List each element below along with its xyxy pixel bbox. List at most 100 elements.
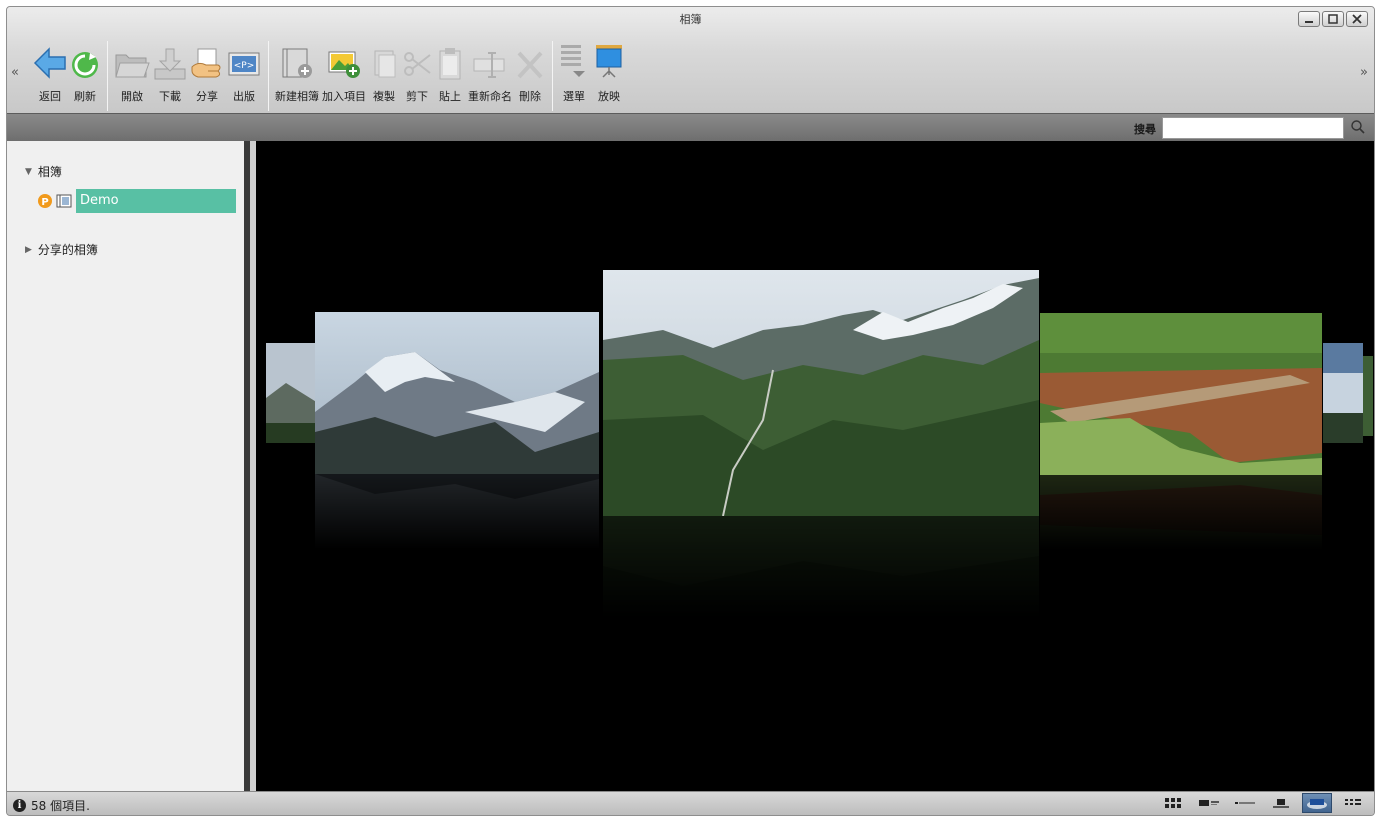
reflection-fade xyxy=(603,516,1039,626)
copy-button[interactable]: 複製 xyxy=(369,37,399,104)
rename-icon xyxy=(473,52,505,78)
photo-thumbnail[interactable] xyxy=(315,312,599,474)
photo-image xyxy=(603,270,1039,516)
copy-icon xyxy=(374,50,396,78)
shared-albums-label: 分享的相簿 xyxy=(37,243,98,257)
demo-album-label: Demo xyxy=(76,189,236,213)
add-photo-icon xyxy=(328,51,360,78)
search-label: 搜尋 xyxy=(1134,123,1156,136)
toolbar-separator xyxy=(107,41,108,111)
grid-view-icon xyxy=(1165,798,1181,808)
toolbar-scroll-right-button[interactable]: » xyxy=(1360,65,1368,80)
search-icon[interactable] xyxy=(1350,119,1366,135)
add-item-label: 加入項目 xyxy=(322,90,366,103)
status-bar: i 58 個項目. xyxy=(7,791,1374,815)
info-icon: i xyxy=(13,799,26,812)
collapsed-triangle-icon[interactable]: ▶ xyxy=(25,245,32,255)
search-bar: 搜尋 xyxy=(7,113,1374,141)
publish-icon: <P> xyxy=(228,52,260,76)
toolbar-scroll-left-button[interactable]: « xyxy=(11,65,19,80)
photo-selected[interactable] xyxy=(603,270,1039,516)
open-button[interactable]: 開啟 xyxy=(114,37,150,104)
rename-label: 重新命名 xyxy=(468,90,512,103)
menu-list-icon xyxy=(561,45,585,77)
cut-button[interactable]: 剪下 xyxy=(402,37,432,104)
detail-view-icon xyxy=(1199,800,1219,806)
rename-button[interactable]: 重新命名 xyxy=(468,37,512,104)
view-coverflow-button[interactable] xyxy=(1302,793,1332,813)
maximize-icon xyxy=(1328,14,1338,24)
paste-label: 貼上 xyxy=(439,90,461,103)
view-compact-button[interactable] xyxy=(1338,793,1368,813)
close-icon xyxy=(1352,14,1362,24)
refresh-label: 刷新 xyxy=(74,90,96,103)
photo-thumbnail[interactable] xyxy=(1363,356,1373,436)
photo-image xyxy=(266,343,318,443)
tree-node-shared-albums[interactable]: ▶ 分享的相簿 xyxy=(25,241,98,258)
photo-image xyxy=(1363,356,1373,436)
menu-button[interactable]: 選單 xyxy=(559,37,589,104)
expanded-triangle-icon[interactable]: ▼ xyxy=(25,167,32,177)
new-album-button[interactable]: 新建相簿 xyxy=(275,37,319,104)
photo-thumbnail[interactable] xyxy=(266,343,318,443)
maximize-button[interactable] xyxy=(1322,11,1344,27)
coverflow-view-icon xyxy=(1307,799,1327,809)
reflection-fade xyxy=(1040,475,1322,555)
clipboard-icon xyxy=(439,48,461,80)
photo-image xyxy=(1040,313,1322,475)
delete-button[interactable]: 刪除 xyxy=(515,37,545,104)
albums-label: 相簿 xyxy=(37,165,62,179)
download-label: 下載 xyxy=(159,90,181,103)
new-album-icon xyxy=(282,48,312,78)
photo-reflection xyxy=(315,474,599,554)
album-tree-sidebar: ▼ 相簿 P Demo ▶ 分享的相簿 xyxy=(7,141,250,793)
copy-label: 複製 xyxy=(373,90,395,103)
publish-label: 出版 xyxy=(233,90,255,103)
cut-label: 剪下 xyxy=(406,90,428,103)
toolbar-separator xyxy=(268,41,269,111)
view-detail-button[interactable] xyxy=(1194,793,1224,813)
new-album-label: 新建相簿 xyxy=(275,90,319,103)
status-area: i 58 個項目. xyxy=(13,797,90,814)
minimize-button[interactable] xyxy=(1298,11,1320,27)
tree-node-demo[interactable]: P Demo xyxy=(37,189,236,213)
view-thumbnail-grid-button[interactable] xyxy=(1158,793,1188,813)
reflection-fade xyxy=(315,474,599,554)
photo-reflection xyxy=(603,516,1039,626)
folder-open-icon xyxy=(115,54,150,78)
back-button[interactable]: 返回 xyxy=(33,37,67,104)
view-filmstrip-button[interactable] xyxy=(1266,793,1296,813)
photo-thumbnail[interactable] xyxy=(1040,313,1322,475)
paste-button[interactable]: 貼上 xyxy=(435,37,465,104)
back-arrow-icon xyxy=(33,47,66,79)
refresh-button[interactable]: 刷新 xyxy=(70,37,100,104)
projector-screen-icon xyxy=(596,45,622,78)
add-item-button[interactable]: 加入項目 xyxy=(322,37,366,104)
toolbar-area: 相簿 « » 返回 刷新 開啟 下載 分享 <P> 出版 新建相簿 加入項目 複… xyxy=(7,7,1374,113)
tree-node-albums[interactable]: ▼ 相簿 xyxy=(25,163,62,180)
publish-button[interactable]: <P> 出版 xyxy=(227,37,261,104)
view-mode-switcher xyxy=(1158,793,1368,813)
view-list-button[interactable] xyxy=(1230,793,1260,813)
toolbar: 返回 刷新 開啟 下載 分享 <P> 出版 新建相簿 加入項目 複製 剪下 貼上… xyxy=(33,37,629,111)
delete-label: 刪除 xyxy=(519,90,541,103)
minimize-icon xyxy=(1305,21,1313,23)
search-input[interactable] xyxy=(1162,117,1344,139)
window-controls xyxy=(1298,11,1368,27)
photo-reflection xyxy=(1040,475,1322,555)
back-label: 返回 xyxy=(39,90,61,103)
photo-image xyxy=(1323,343,1363,443)
share-button[interactable]: 分享 xyxy=(190,37,224,104)
download-button[interactable]: 下載 xyxy=(153,37,187,104)
slideshow-button[interactable]: 放映 xyxy=(592,37,626,104)
share-icon xyxy=(191,48,221,78)
close-button[interactable] xyxy=(1346,11,1368,27)
slideshow-label: 放映 xyxy=(598,90,620,103)
download-icon xyxy=(154,48,186,80)
window-title: 相簿 xyxy=(679,13,702,26)
svg-text:<P>: <P> xyxy=(234,61,255,71)
published-badge-icon: P xyxy=(38,194,52,208)
filmstrip-view-icon xyxy=(1273,799,1289,808)
photo-thumbnail[interactable] xyxy=(1323,343,1363,443)
photo-image xyxy=(315,312,599,474)
